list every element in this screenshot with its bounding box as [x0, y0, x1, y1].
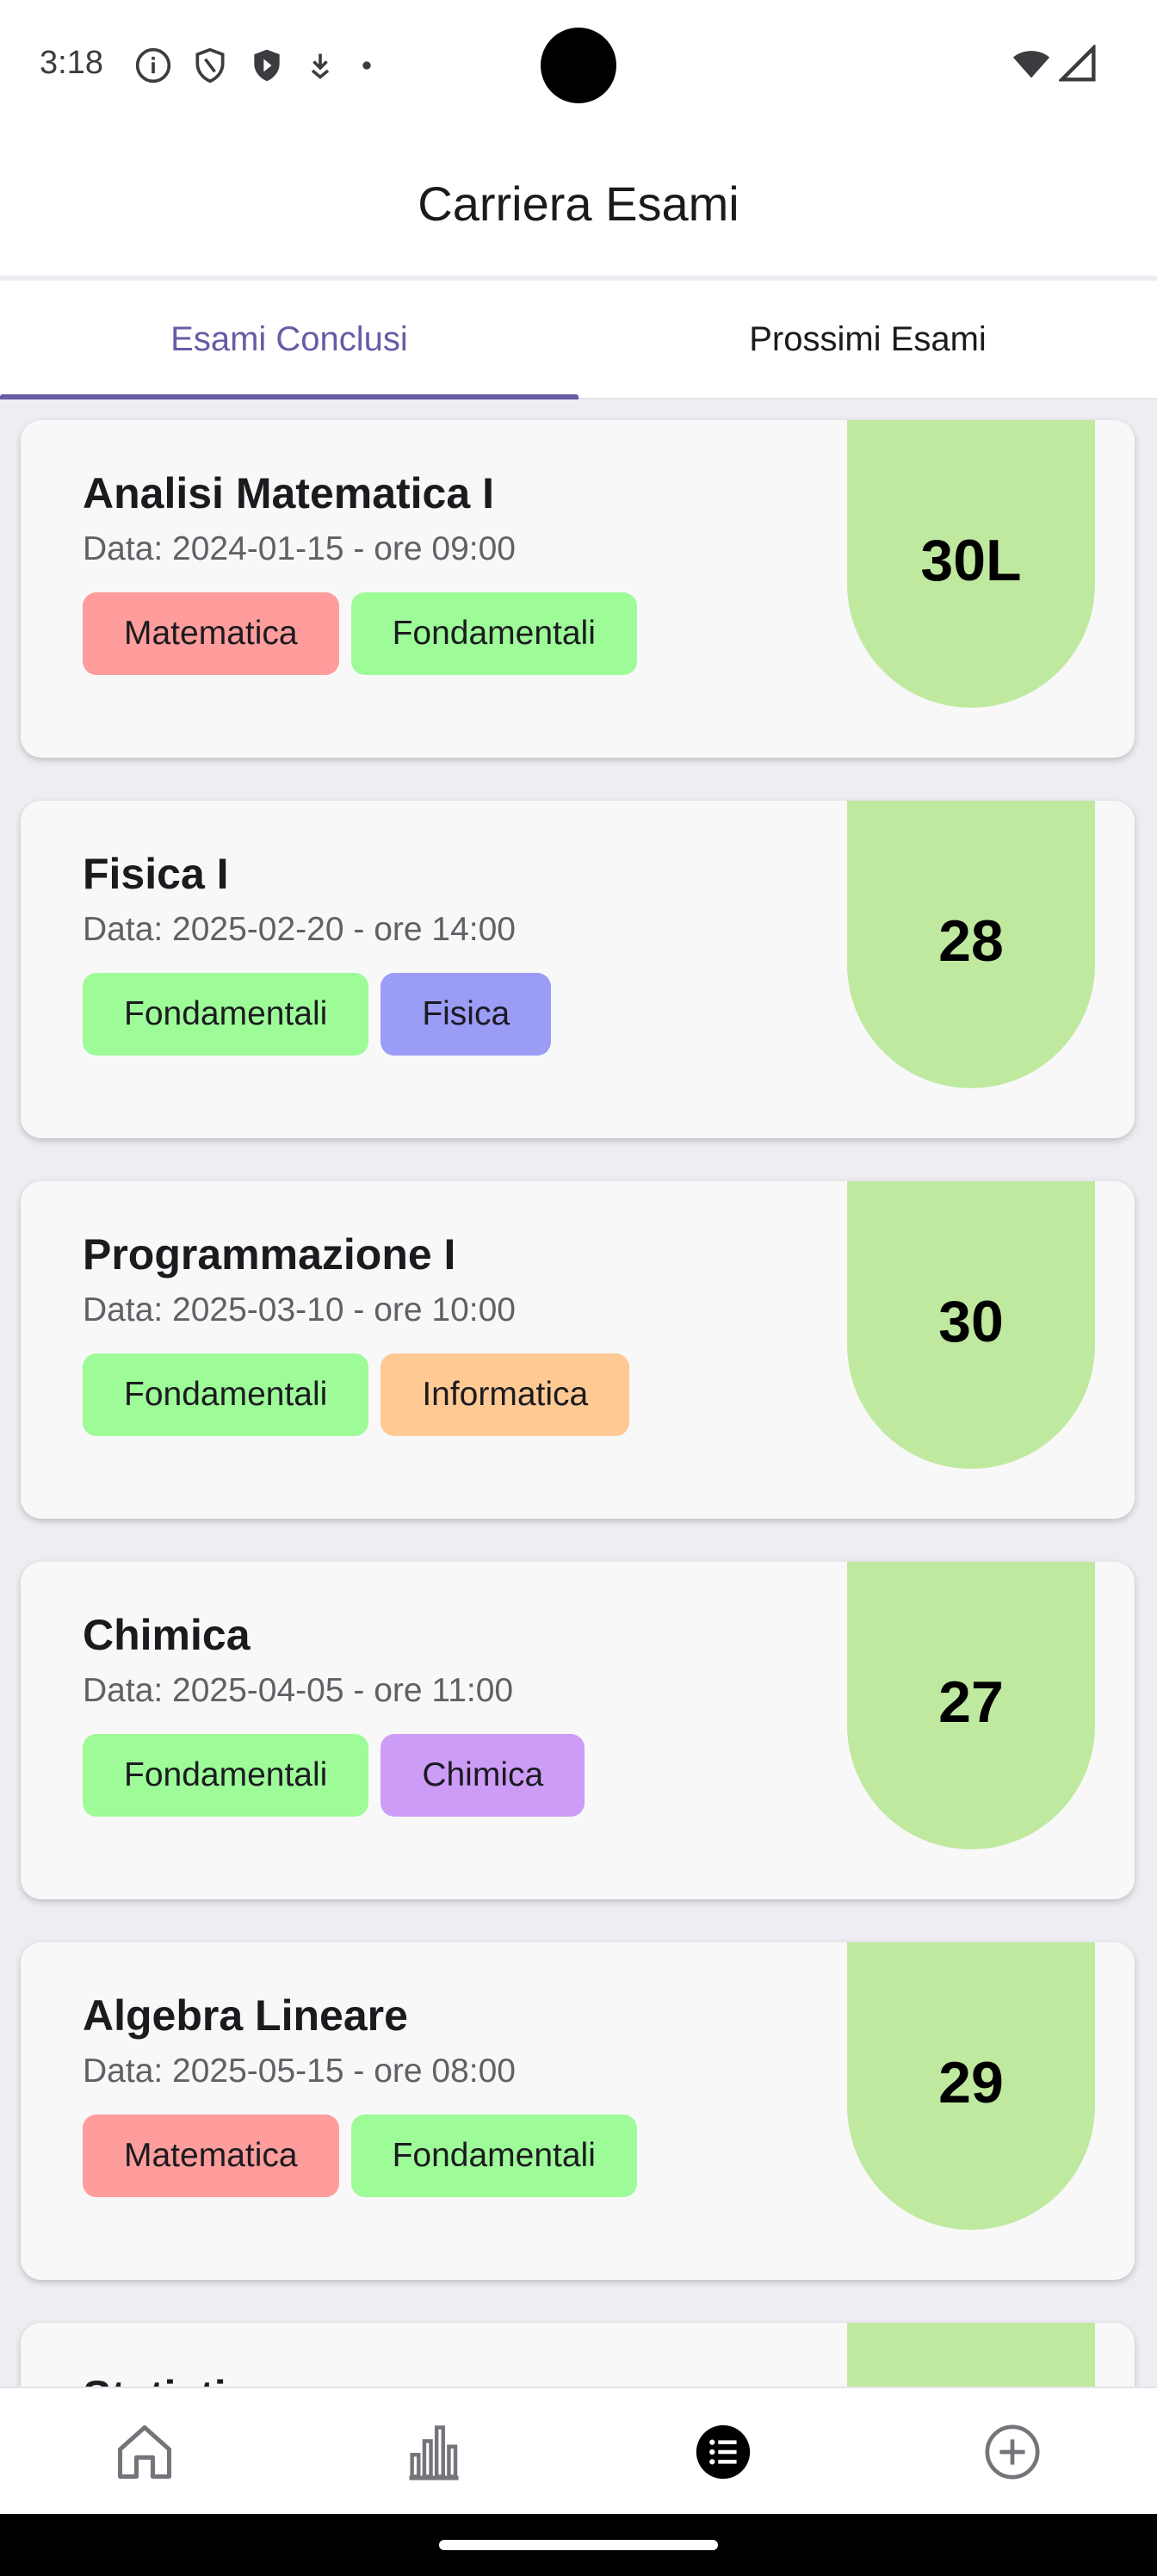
- gesture-handle[interactable]: [439, 2540, 718, 2550]
- status-icons: [134, 46, 379, 84]
- top-app-bar: Carriera Esami: [0, 129, 1157, 276]
- tab-esami-conclusi[interactable]: Esami Conclusi: [0, 281, 578, 399]
- exam-tags: Matematica Fondamentali: [83, 592, 637, 675]
- exam-tags: Fondamentali Chimica: [83, 1734, 585, 1817]
- dot-icon: [362, 61, 371, 70]
- tag-chip: Chimica: [381, 1734, 585, 1817]
- info-icon: [135, 47, 171, 84]
- download-icon: [311, 53, 330, 79]
- exam-name: Analisi Matematica I: [83, 469, 494, 517]
- exam-date: Data: 2025-04-05 - ore 11:00: [83, 1672, 514, 1709]
- bar-chart-icon: [409, 2425, 459, 2480]
- exam-date: Data: 2025-05-15 - ore 08:00: [83, 2053, 517, 2090]
- status-time: 3:18: [40, 45, 103, 81]
- tag-chip: Informatica: [381, 1353, 630, 1436]
- play-protect-icon: [254, 49, 280, 82]
- nav-home[interactable]: [0, 2388, 289, 2516]
- shield-icon: [195, 47, 225, 84]
- exam-tags: Fondamentali Informatica: [83, 1353, 630, 1436]
- wifi-icon: [1012, 51, 1050, 78]
- tag-chip: Fondamentali: [350, 592, 637, 675]
- tag-chip: Fondamentali: [350, 2115, 637, 2197]
- exam-name: Algebra Lineare: [83, 1991, 408, 2040]
- home-icon: [117, 2424, 172, 2480]
- grade-value: 28: [938, 908, 1004, 974]
- exam-name: Chimica: [83, 1611, 251, 1659]
- tag-chip: Matematica: [83, 592, 339, 675]
- tab-bar: Esami Conclusi Prossimi Esami: [0, 281, 1157, 399]
- exam-card[interactable]: Algebra Lineare Data: 2025-05-15 - ore 0…: [21, 1942, 1135, 2280]
- grade-value: 30: [938, 1289, 1004, 1354]
- exam-name: Programmazione I: [83, 1230, 456, 1279]
- grade-value: 30L: [920, 528, 1022, 593]
- nav-exam-list[interactable]: [578, 2388, 868, 2516]
- grade-badge: 30L: [847, 420, 1095, 708]
- bottom-navigation: [0, 2387, 1157, 2516]
- grade-badge: 28: [847, 801, 1095, 1088]
- exam-card[interactable]: Statistica: [21, 2323, 1135, 2387]
- grade-badge: [847, 2323, 1095, 2387]
- tag-chip: Fondamentali: [83, 1734, 369, 1817]
- tag-chip: Fondamentali: [83, 1353, 369, 1436]
- exam-date: Data: 2025-02-20 - ore 14:00: [83, 911, 517, 948]
- list-icon: [696, 2424, 751, 2480]
- camera-cutout: [541, 28, 616, 103]
- add-circle-icon: [985, 2424, 1040, 2480]
- tag-chip: Matematica: [83, 2115, 339, 2197]
- grade-badge: 27: [847, 1562, 1095, 1849]
- exam-card[interactable]: Fisica I Data: 2025-02-20 - ore 14:00 Fo…: [21, 801, 1135, 1138]
- exam-name: Statistica: [83, 2371, 274, 2387]
- tab-prossimi-esami[interactable]: Prossimi Esami: [578, 281, 1157, 398]
- grade-value: 27: [938, 1669, 1004, 1735]
- exam-card[interactable]: Programmazione I Data: 2025-03-10 - ore …: [21, 1181, 1135, 1519]
- exam-card[interactable]: Analisi Matematica I Data: 2024-01-15 - …: [21, 420, 1135, 758]
- nav-statistics[interactable]: [289, 2388, 578, 2516]
- nav-add-exam[interactable]: [868, 2388, 1157, 2516]
- exam-name: Fisica I: [83, 850, 229, 898]
- grade-badge: 30: [847, 1181, 1095, 1469]
- exam-card[interactable]: Chimica Data: 2025-04-05 - ore 11:00 Fon…: [21, 1562, 1135, 1899]
- exam-list[interactable]: Analisi Matematica I Data: 2024-01-15 - …: [0, 399, 1157, 2387]
- exam-tags: Fondamentali Fisica: [83, 973, 552, 1056]
- grade-badge: 29: [847, 1942, 1095, 2230]
- tag-chip: Fondamentali: [83, 973, 369, 1056]
- tag-chip: Fisica: [381, 973, 552, 1056]
- exam-tags: Matematica Fondamentali: [83, 2115, 637, 2197]
- exam-date: Data: 2024-01-15 - ore 09:00: [83, 530, 517, 567]
- status-bar: 3:18: [0, 0, 1157, 129]
- cellular-signal-icon: [1059, 45, 1096, 82]
- exam-date: Data: 2025-03-10 - ore 10:00: [83, 1291, 517, 1328]
- status-right-icons: [1011, 45, 1097, 83]
- grade-value: 29: [938, 2050, 1004, 2115]
- page-title: Carriera Esami: [418, 176, 739, 231]
